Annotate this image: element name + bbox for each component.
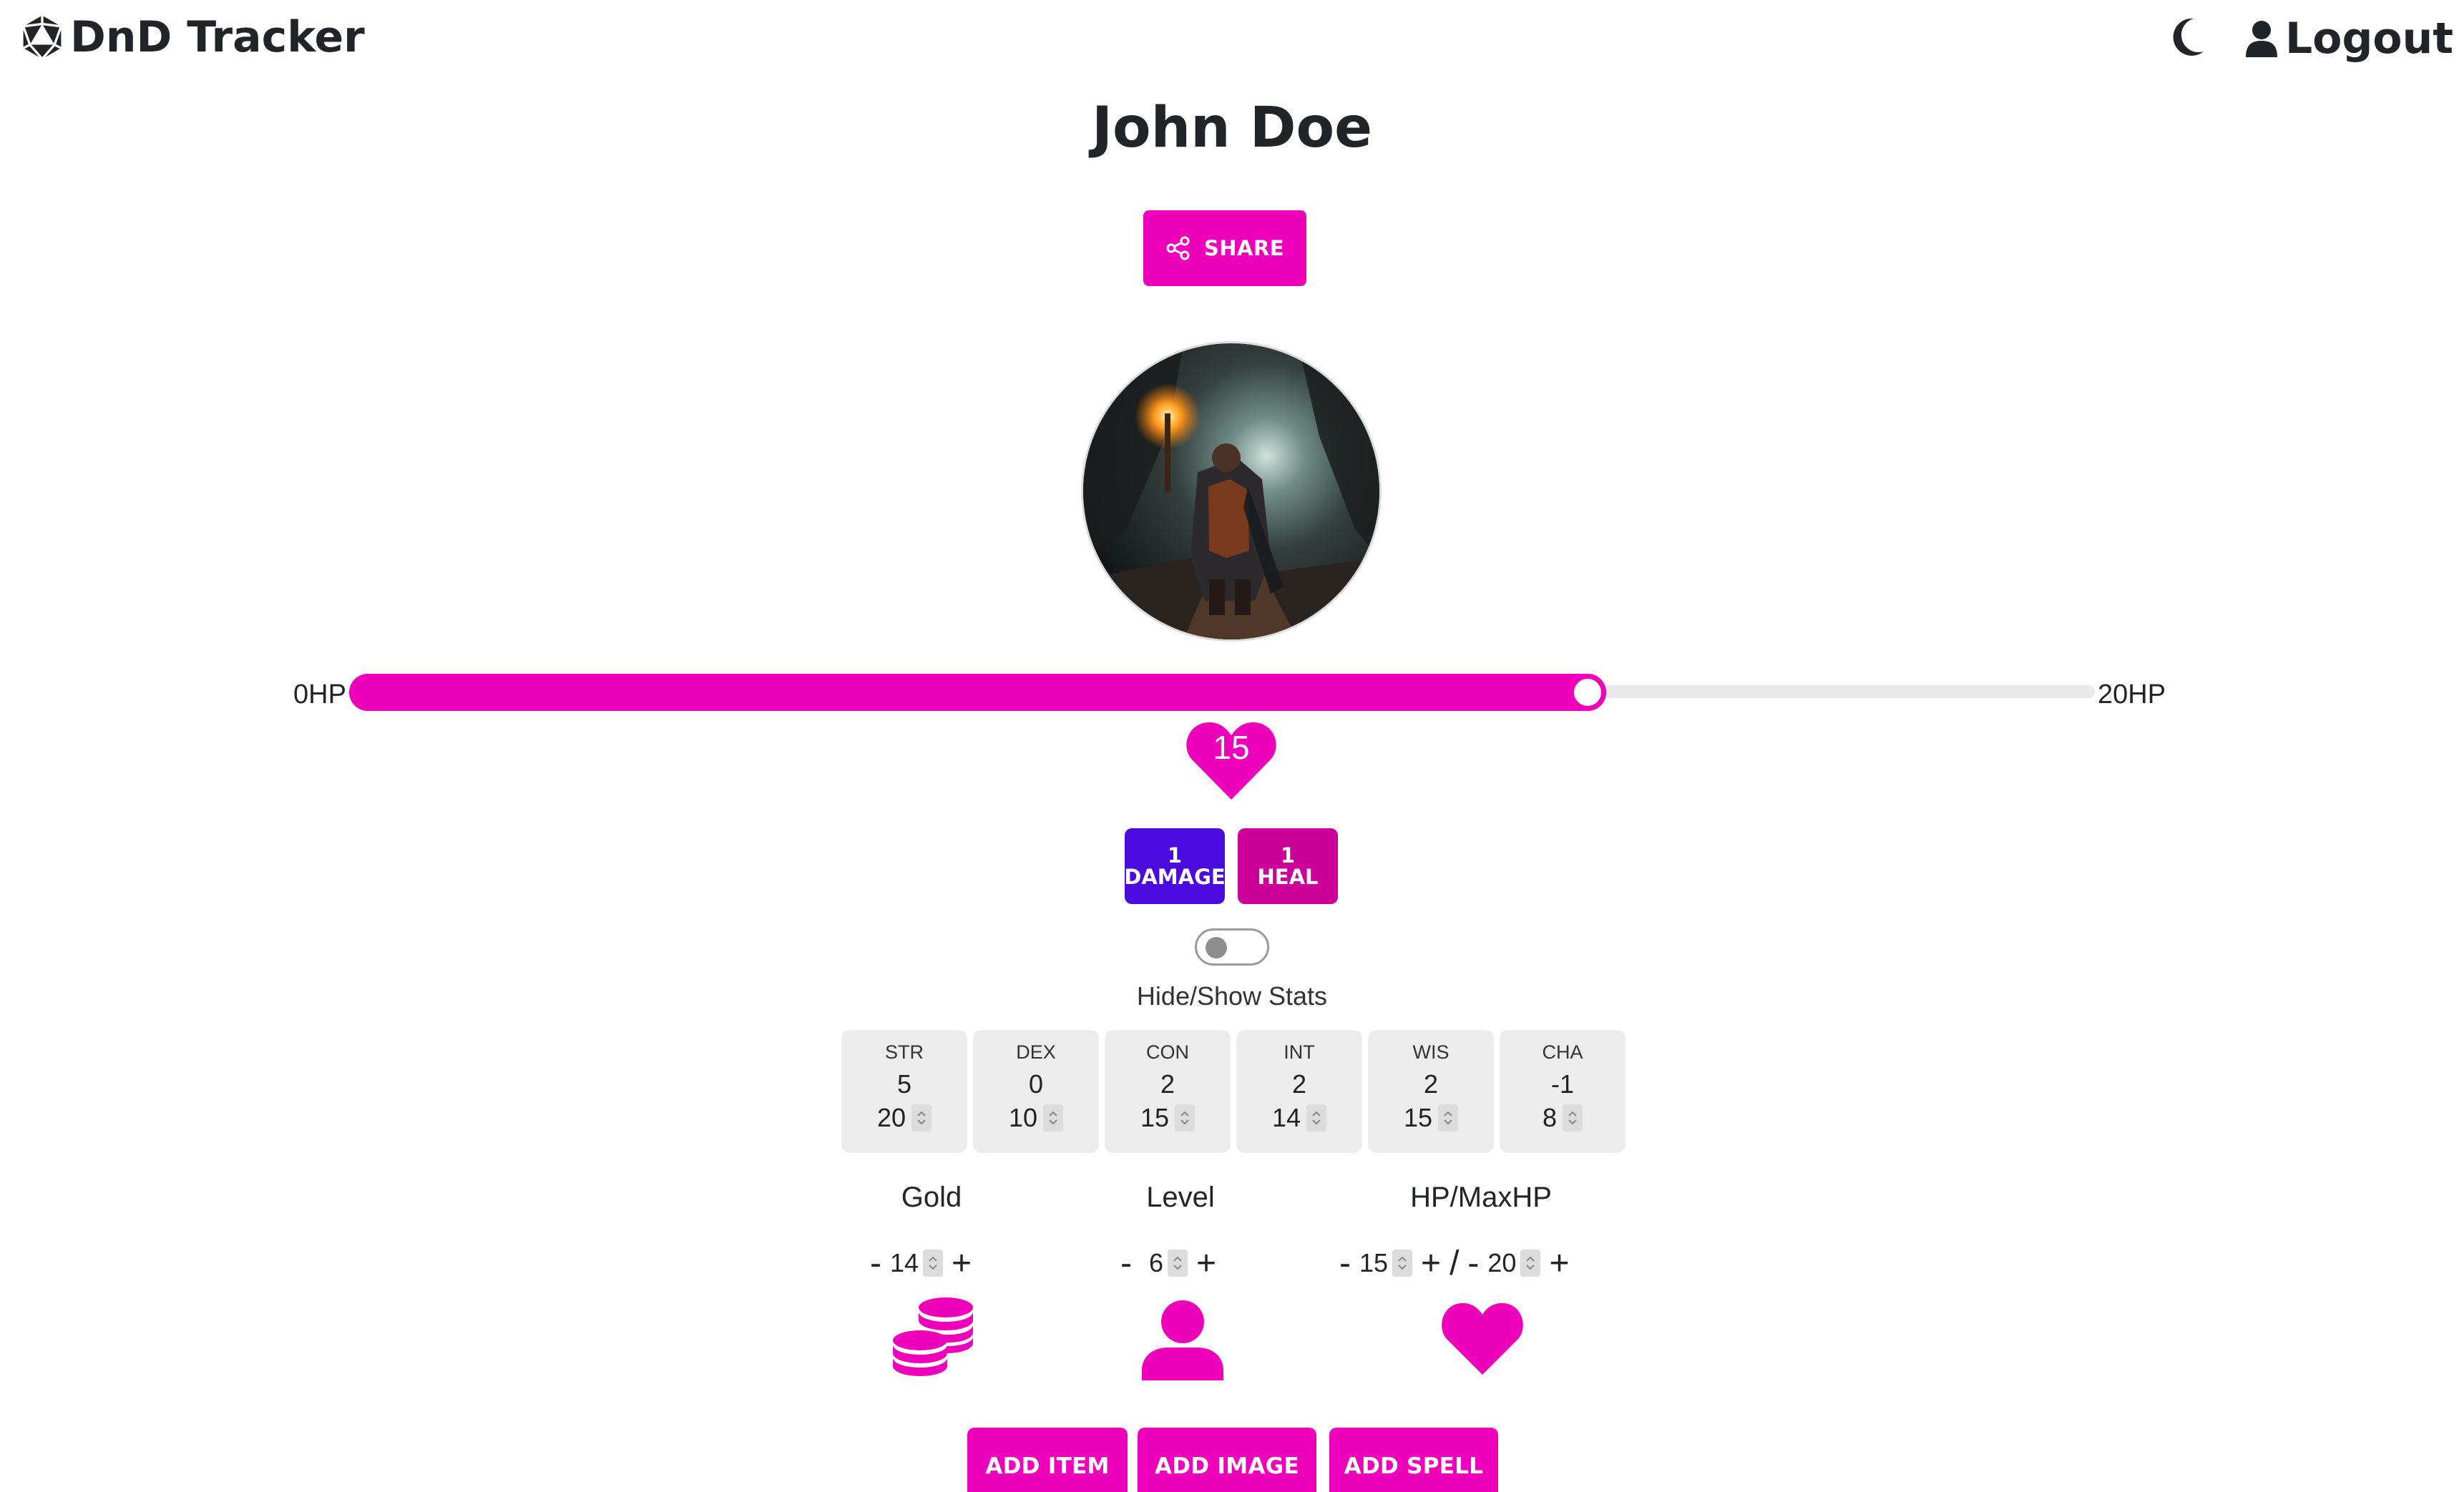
spinner-icon[interactable] <box>1043 1104 1064 1132</box>
stat-score: 15 <box>1403 1103 1433 1132</box>
stat-score: 8 <box>1542 1103 1558 1132</box>
hp-increment-button[interactable]: + <box>1421 1244 1441 1283</box>
level-decrement-button[interactable]: - <box>1120 1244 1132 1283</box>
spinner-icon[interactable] <box>1306 1104 1327 1132</box>
stat-name: CON <box>1146 1041 1189 1063</box>
share-icon <box>1166 236 1190 260</box>
gold-counter: - 14 + <box>870 1243 972 1283</box>
stat-modifier: 2 <box>1423 1069 1439 1099</box>
stat-card-cha: CHA -1 8 <box>1500 1030 1625 1153</box>
theme-toggle[interactable] <box>2169 16 2206 59</box>
maxhp-value: 20 <box>1487 1248 1517 1277</box>
level-value: 6 <box>1148 1248 1164 1277</box>
person-icon <box>1142 1300 1223 1380</box>
spinner-icon[interactable] <box>1168 1250 1188 1277</box>
level-input[interactable]: 6 <box>1140 1248 1188 1278</box>
heal-button[interactable]: 1 HEAL <box>1238 828 1338 904</box>
level-label: Level <box>1146 1182 1215 1213</box>
stat-score-input[interactable]: 15 <box>1403 1103 1459 1133</box>
spinner-icon[interactable] <box>1520 1250 1541 1277</box>
gold-increment-button[interactable]: + <box>952 1244 972 1283</box>
spinner-icon[interactable] <box>1438 1104 1459 1132</box>
stat-card-int: INT 2 14 <box>1236 1030 1362 1153</box>
hp-decrement-button[interactable]: - <box>1339 1244 1351 1283</box>
stat-name: WIS <box>1412 1041 1449 1063</box>
maxhp-increment-button[interactable]: + <box>1549 1244 1569 1283</box>
hp-counter: - 15 + / - 20 + <box>1339 1243 1569 1283</box>
gold-decrement-button[interactable]: - <box>870 1244 881 1283</box>
hp-input[interactable]: 15 <box>1359 1248 1413 1278</box>
brand[interactable]: DnD Tracker <box>19 7 365 67</box>
hp-slider-fill <box>349 674 1606 711</box>
damage-button[interactable]: 1 DAMAGE <box>1124 828 1226 904</box>
gold-input[interactable]: 14 <box>889 1248 944 1278</box>
stat-score-input[interactable]: 8 <box>1543 1103 1583 1133</box>
heal-amount: 1 <box>1280 843 1296 868</box>
hp-max-label: 20HP <box>2098 679 2166 710</box>
logout-link[interactable]: Logout <box>2245 10 2453 67</box>
hp-value: 15 <box>1359 1248 1389 1277</box>
hp-maxhp-label: HP/MaxHP <box>1410 1182 1552 1213</box>
d20-icon <box>22 15 62 61</box>
stat-name: INT <box>1284 1041 1315 1063</box>
stat-score-input[interactable]: 20 <box>877 1103 932 1133</box>
stats-grid: STR 5 20 DEX 0 10 CON 2 15 INT 2 14 WIS 2 15 CHA -1 8 <box>841 1030 1625 1153</box>
damage-amount: 1 <box>1167 843 1183 868</box>
gold-value: 14 <box>889 1248 919 1277</box>
stat-score: 20 <box>876 1103 906 1132</box>
spinner-icon[interactable] <box>1392 1250 1413 1277</box>
stat-card-wis: WIS 2 15 <box>1368 1030 1494 1153</box>
stat-score: 15 <box>1140 1103 1170 1132</box>
hp-min-label: 0HP <box>293 679 346 710</box>
stat-score-input[interactable]: 10 <box>1008 1103 1064 1133</box>
stat-modifier: 2 <box>1160 1069 1175 1099</box>
add-image-button[interactable]: ADD IMAGE <box>1138 1428 1316 1492</box>
hp-separator: / <box>1449 1244 1460 1282</box>
moon-icon <box>2173 18 2204 56</box>
stat-score-input[interactable]: 15 <box>1140 1103 1196 1133</box>
stat-modifier: 0 <box>1028 1069 1044 1099</box>
gold-label: Gold <box>901 1182 962 1213</box>
spinner-icon[interactable] <box>1175 1104 1196 1132</box>
add-item-button[interactable]: ADD ITEM <box>967 1428 1128 1492</box>
stat-score-input[interactable]: 14 <box>1271 1103 1327 1133</box>
stats-toggle[interactable] <box>1195 928 1269 966</box>
character-name: John Doe <box>1091 96 1373 160</box>
spinner-icon[interactable] <box>911 1104 932 1132</box>
maxhp-decrement-button[interactable]: - <box>1467 1244 1479 1283</box>
heart-icon <box>1442 1302 1523 1375</box>
share-label: SHARE <box>1203 236 1285 260</box>
heal-label: HEAL <box>1257 865 1319 889</box>
maxhp-input[interactable]: 20 <box>1487 1248 1541 1278</box>
damage-label: DAMAGE <box>1124 865 1226 889</box>
stat-modifier: 2 <box>1291 1069 1307 1099</box>
stat-name: DEX <box>1016 1041 1056 1063</box>
current-hp-value: 15 <box>1213 729 1250 766</box>
character-avatar <box>1083 343 1379 639</box>
brand-name: DnD Tracker <box>70 12 365 62</box>
stat-modifier: 5 <box>896 1069 912 1099</box>
spinner-icon[interactable] <box>1563 1104 1583 1132</box>
stat-name: STR <box>885 1041 924 1063</box>
level-counter: - 6 + <box>1120 1243 1216 1283</box>
stat-modifier: -1 <box>1550 1069 1574 1099</box>
stat-card-con: CON 2 15 <box>1105 1030 1231 1153</box>
hp-slider-thumb[interactable] <box>1569 674 1606 711</box>
stat-card-str: STR 5 20 <box>841 1030 967 1153</box>
share-button[interactable]: SHARE <box>1143 210 1306 286</box>
logout-label: Logout <box>2285 14 2454 64</box>
stat-score: 10 <box>1008 1103 1038 1132</box>
level-increment-button[interactable]: + <box>1196 1244 1216 1283</box>
stat-card-dex: DEX 0 10 <box>973 1030 1099 1153</box>
coins-icon <box>893 1297 973 1376</box>
stats-toggle-label: Hide/Show Stats <box>1136 981 1328 1011</box>
toggle-knob <box>1206 937 1227 958</box>
user-icon <box>2246 21 2277 57</box>
add-spell-button[interactable]: ADD SPELL <box>1329 1428 1498 1492</box>
stat-name: CHA <box>1542 1041 1583 1063</box>
spinner-icon[interactable] <box>923 1250 944 1277</box>
stat-score: 14 <box>1271 1103 1301 1132</box>
